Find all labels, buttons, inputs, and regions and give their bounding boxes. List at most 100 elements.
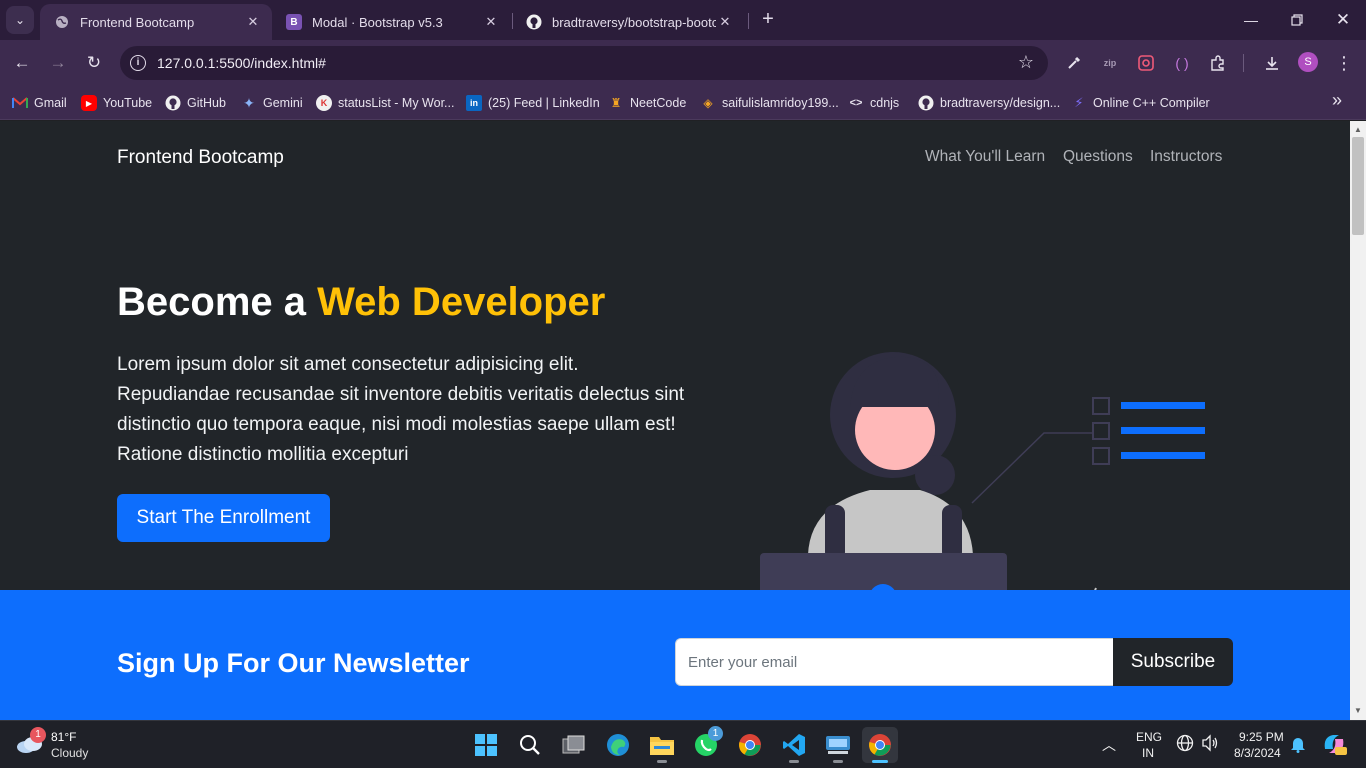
edge-browser-icon[interactable] bbox=[600, 727, 636, 763]
restore-icon[interactable] bbox=[1274, 0, 1320, 40]
bookmark-label: bradtraversy/design... bbox=[940, 96, 1061, 110]
running-indicator bbox=[789, 760, 799, 763]
chrome-active-icon[interactable] bbox=[862, 727, 898, 763]
github-icon bbox=[526, 14, 542, 30]
close-tab-icon[interactable]: ✕ bbox=[244, 14, 262, 30]
copilot-icon[interactable] bbox=[1321, 731, 1347, 760]
url-text[interactable]: 127.0.0.1:5500/index.html# bbox=[157, 55, 326, 71]
tab-frontend-bootcamp[interactable]: Frontend Bootcamp ✕ bbox=[40, 4, 272, 40]
new-tab-plus-icon[interactable]: + bbox=[757, 8, 779, 32]
weather-temperature: 81°F bbox=[51, 730, 77, 744]
keyboard-app-icon[interactable] bbox=[820, 727, 856, 763]
github-icon bbox=[918, 95, 934, 111]
eyedropper-extension-icon[interactable] bbox=[1062, 51, 1086, 75]
language-indicator[interactable]: ENG bbox=[1136, 730, 1162, 744]
weather-widget[interactable]: 1 81°F Cloudy bbox=[16, 727, 106, 763]
tab-search-chevron-icon[interactable]: ⌄ bbox=[6, 6, 34, 34]
bookmark-design[interactable]: bradtraversy/design... bbox=[918, 92, 1060, 114]
bookmark-linkedin[interactable]: in (25) Feed | LinkedIn bbox=[466, 92, 600, 114]
navbar-brand[interactable]: Frontend Bootcamp bbox=[117, 147, 284, 169]
hero-section: Become a Web Developer Lorem ipsum dolor… bbox=[0, 195, 1350, 665]
page-scrollbar[interactable]: ▲ ▼ bbox=[1350, 121, 1366, 720]
scroll-up-arrow-icon[interactable]: ▲ bbox=[1354, 125, 1362, 134]
newsletter-heading: Sign Up For Our Newsletter bbox=[117, 648, 470, 678]
bookmark-neetcode[interactable]: ♜ NeetCode bbox=[608, 92, 687, 114]
profile-avatar[interactable]: S bbox=[1298, 52, 1318, 72]
network-globe-icon[interactable] bbox=[1176, 734, 1194, 755]
site-info-icon[interactable]: i bbox=[130, 55, 146, 71]
zip-extension-icon[interactable]: zip bbox=[1098, 51, 1122, 75]
bookmark-gmail[interactable]: Gmail bbox=[12, 92, 67, 114]
file-explorer-icon[interactable] bbox=[644, 727, 680, 763]
language-region[interactable]: IN bbox=[1142, 746, 1154, 760]
volume-icon[interactable] bbox=[1201, 734, 1219, 755]
bookmark-label: GitHub bbox=[187, 96, 226, 110]
hero-title-accent: Web Developer bbox=[317, 280, 606, 324]
tab-title: Frontend Bootcamp bbox=[80, 14, 195, 30]
address-bar[interactable]: i 127.0.0.1:5500/index.html# ☆ bbox=[120, 46, 1048, 80]
minimize-icon[interactable]: — bbox=[1228, 0, 1274, 40]
clock-time[interactable]: 9:25 PM bbox=[1239, 730, 1284, 744]
profile-icon: ◈ bbox=[703, 96, 713, 110]
bookmarks-bar: Gmail ▶ YouTube GitHub ✦ Gemini K status… bbox=[0, 86, 1366, 120]
subscribe-button[interactable]: Subscribe bbox=[1113, 638, 1233, 686]
download-icon[interactable] bbox=[1260, 51, 1284, 75]
tab-title: bradtraversy/bootstrap-bootcamp bbox=[552, 14, 716, 30]
close-tab-icon[interactable]: ✕ bbox=[716, 14, 734, 30]
compiler-icon: ⚡ bbox=[1074, 95, 1084, 110]
youtube-icon: ▶ bbox=[81, 95, 97, 111]
whatsapp-icon[interactable]: 1 bbox=[688, 726, 724, 763]
vscode-icon[interactable] bbox=[776, 727, 812, 763]
site-navbar: Frontend Bootcamp What You'll Learn Ques… bbox=[0, 121, 1350, 195]
email-input[interactable] bbox=[675, 638, 1114, 686]
page-viewport: Frontend Bootcamp What You'll Learn Ques… bbox=[0, 121, 1350, 720]
extensions-puzzle-icon[interactable] bbox=[1206, 51, 1230, 75]
bookmark-star-icon[interactable]: ☆ bbox=[1018, 52, 1034, 73]
scroll-down-arrow-icon[interactable]: ▼ bbox=[1354, 706, 1362, 715]
close-window-icon[interactable]: ✕ bbox=[1320, 0, 1366, 40]
capture-extension-icon[interactable] bbox=[1134, 51, 1158, 75]
bookmark-statuslist[interactable]: K statusList - My Wor... bbox=[316, 92, 454, 114]
tab-bootstrap-modal[interactable]: B Modal · Bootstrap v5.3 ✕ bbox=[272, 4, 510, 40]
bookmark-label: statusList - My Wor... bbox=[338, 96, 455, 110]
whatsapp-badge: 1 bbox=[708, 726, 723, 741]
gmail-icon bbox=[12, 95, 28, 111]
toolbar-divider bbox=[1243, 54, 1244, 72]
tab-github-bootcamp[interactable]: bradtraversy/bootstrap-bootcamp ✕ bbox=[512, 4, 744, 40]
running-indicator bbox=[833, 760, 843, 763]
bookmark-gemini[interactable]: ✦ Gemini bbox=[241, 92, 302, 114]
code-extension-icon[interactable]: ( ) bbox=[1170, 51, 1194, 75]
search-icon[interactable] bbox=[512, 727, 548, 763]
neetcode-icon: ♜ bbox=[610, 96, 622, 110]
reload-icon[interactable]: ↻ bbox=[80, 49, 108, 77]
bookmark-cpp-compiler[interactable]: ⚡ Online C++ Compiler bbox=[1071, 92, 1210, 114]
bookmark-youtube[interactable]: ▶ YouTube bbox=[81, 92, 152, 114]
bookmark-label: (25) Feed | LinkedIn bbox=[488, 96, 600, 110]
chrome-icon[interactable] bbox=[732, 727, 768, 763]
linkedin-icon: in bbox=[466, 95, 482, 111]
menu-kebab-icon[interactable]: ⋮ bbox=[1332, 51, 1356, 75]
bookmark-label: saifulislamridoy199... bbox=[722, 96, 839, 110]
nav-link-instructors[interactable]: Instructors bbox=[1150, 148, 1222, 166]
gemini-icon: ✦ bbox=[243, 94, 255, 111]
bookmark-github[interactable]: GitHub bbox=[165, 92, 226, 114]
clock-date[interactable]: 8/3/2024 bbox=[1234, 746, 1281, 760]
task-view-icon[interactable] bbox=[556, 727, 592, 763]
bookmark-profile[interactable]: ◈ saifulislamridoy199... bbox=[700, 92, 839, 114]
bookmarks-overflow-chevron-icon[interactable]: » bbox=[1332, 90, 1342, 111]
forward-arrow-icon[interactable]: → bbox=[44, 49, 72, 77]
start-windows-icon[interactable] bbox=[468, 727, 504, 763]
bookmark-label: Online C++ Compiler bbox=[1093, 96, 1210, 110]
code-icon: <> bbox=[849, 97, 863, 109]
weather-badge: 1 bbox=[30, 727, 46, 743]
nav-link-questions[interactable]: Questions bbox=[1063, 148, 1133, 166]
bootstrap-icon: B bbox=[286, 14, 302, 30]
nav-link-learn[interactable]: What You'll Learn bbox=[925, 148, 1045, 166]
back-arrow-icon[interactable]: ← bbox=[8, 49, 36, 77]
bookmark-cdnjs[interactable]: <> cdnjs bbox=[848, 92, 900, 114]
notification-bell-icon[interactable] bbox=[1290, 735, 1306, 756]
tray-overflow-chevron-icon[interactable]: ︿ bbox=[1102, 735, 1116, 755]
start-enrollment-button[interactable]: Start The Enrollment bbox=[117, 494, 330, 542]
scrollbar-thumb[interactable] bbox=[1352, 137, 1364, 235]
close-tab-icon[interactable]: ✕ bbox=[482, 14, 500, 30]
